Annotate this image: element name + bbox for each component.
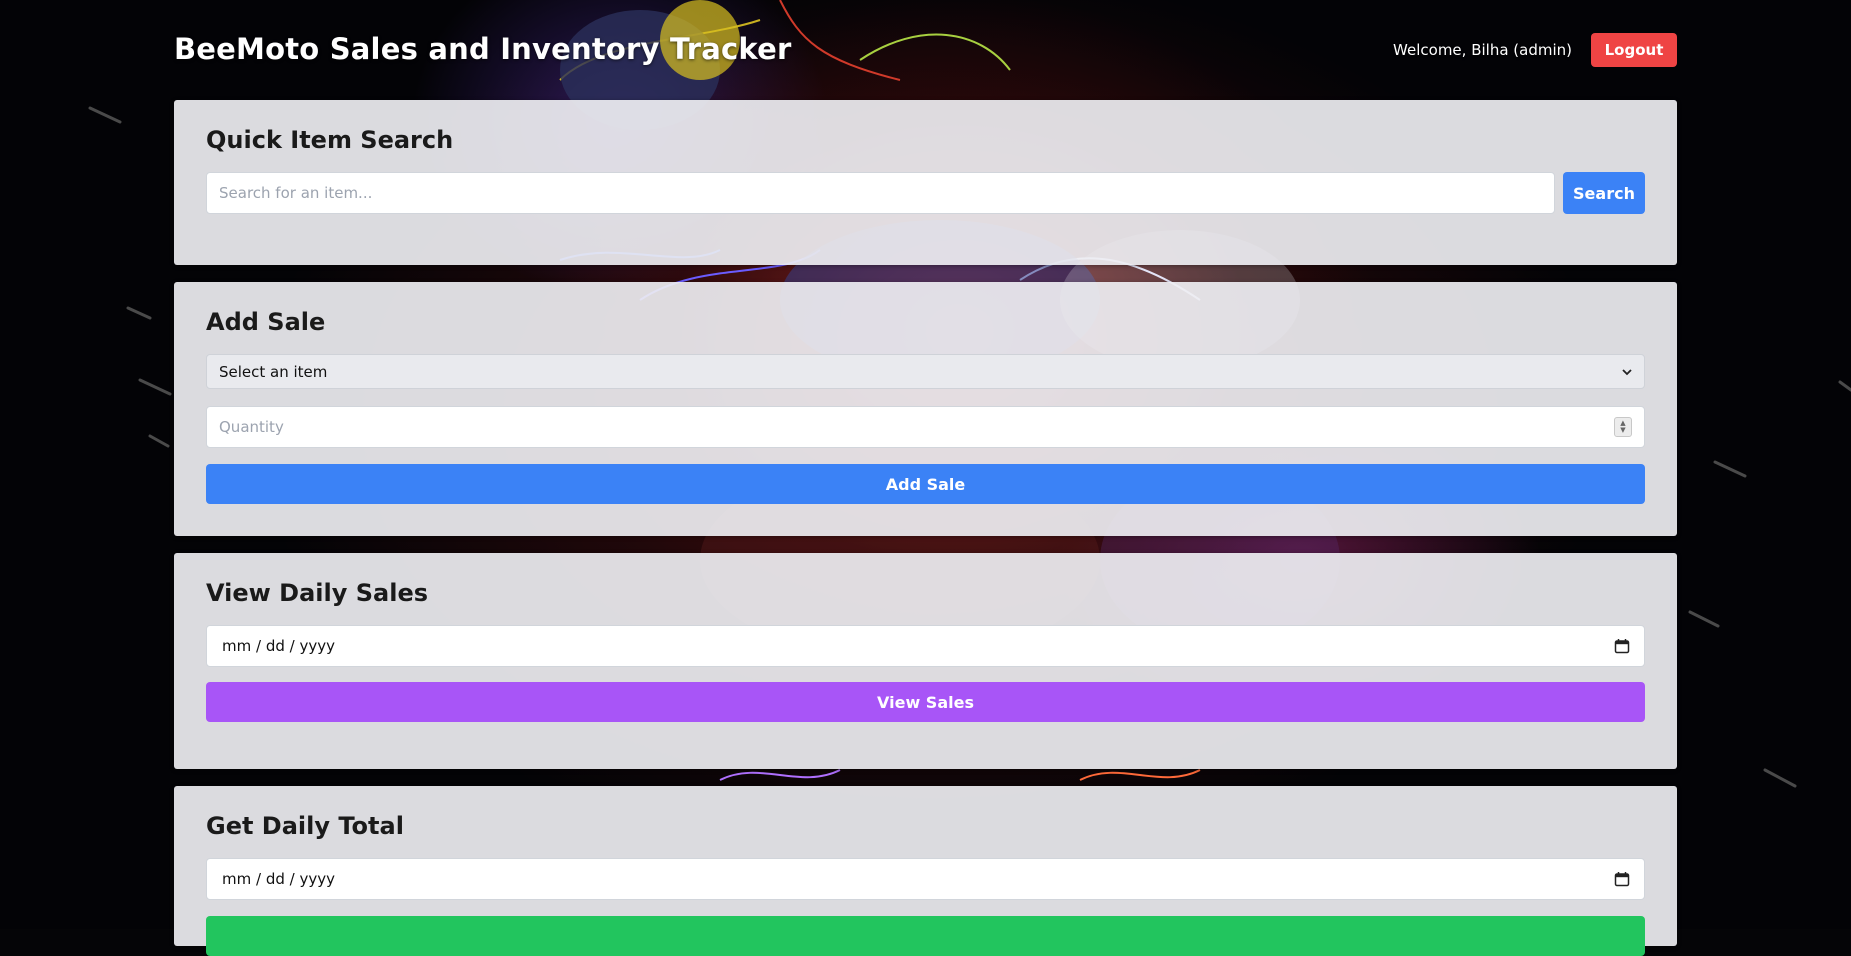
quick-search-card: Quick Item Search Search for an item... … [174, 100, 1677, 265]
search-input[interactable]: Search for an item... [206, 172, 1555, 214]
sales-date-input[interactable]: mm / dd / yyyy [206, 625, 1645, 667]
total-date-value: mm / dd / yyyy [222, 870, 335, 888]
add-sale-button[interactable]: Add Sale [206, 464, 1645, 504]
quantity-placeholder: Quantity [219, 418, 284, 436]
daily-total-title: Get Daily Total [206, 812, 404, 840]
view-daily-sales-title: View Daily Sales [206, 579, 429, 607]
view-sales-button[interactable]: View Sales [206, 682, 1645, 722]
calendar-icon[interactable] [1614, 638, 1630, 654]
logout-button[interactable]: Logout [1591, 33, 1677, 67]
spinner-icon[interactable]: ▲ ▼ [1614, 417, 1632, 437]
quick-search-title: Quick Item Search [206, 126, 454, 154]
app-title: BeeMoto Sales and Inventory Tracker [174, 32, 792, 66]
sales-date-value: mm / dd / yyyy [222, 637, 335, 655]
add-sale-card: Add Sale Select an item Quantity ▲ ▼ Add … [174, 282, 1677, 536]
total-date-input[interactable]: mm / dd / yyyy [206, 858, 1645, 900]
search-button[interactable]: Search [1563, 172, 1645, 214]
search-input-placeholder: Search for an item... [219, 184, 373, 202]
top-header: BeeMoto Sales and Inventory Tracker Welc… [174, 28, 1677, 72]
item-select[interactable]: Select an item [206, 354, 1645, 389]
view-daily-sales-card: View Daily Sales mm / dd / yyyy View Sal… [174, 553, 1677, 769]
item-select-value: Select an item [219, 362, 328, 381]
get-total-button[interactable] [206, 916, 1645, 956]
calendar-icon[interactable] [1614, 871, 1630, 887]
welcome-text: Welcome, Bilha (admin) [1393, 41, 1572, 59]
quantity-input[interactable]: Quantity ▲ ▼ [206, 406, 1645, 448]
add-sale-title: Add Sale [206, 308, 326, 336]
chevron-down-icon [1622, 368, 1632, 375]
daily-total-card: Get Daily Total mm / dd / yyyy [174, 786, 1677, 956]
